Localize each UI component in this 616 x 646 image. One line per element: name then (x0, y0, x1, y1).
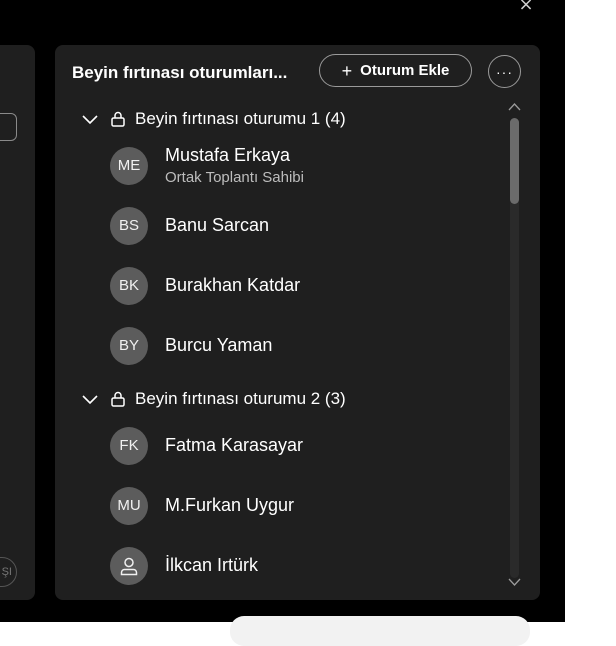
participant-name: Burcu Yaman (165, 335, 273, 355)
participant-row[interactable]: BS Banu Sarcan (110, 207, 490, 249)
scrollbar[interactable] (506, 100, 523, 586)
left-panel: ŞI (0, 45, 35, 600)
close-icon[interactable]: × (516, 0, 536, 14)
bottom-pill (230, 616, 530, 646)
avatar: BK (110, 267, 148, 305)
participant-row[interactable]: ME Mustafa Erkaya Ortak Toplantı Sahibi (110, 145, 490, 189)
session-list: Beyin fırtınası oturumu 1 (4) ME Mustafa… (55, 100, 505, 600)
participant-row[interactable]: İlkcan Irtürk (110, 547, 490, 589)
add-session-label: Oturum Ekle (360, 62, 450, 79)
panel-title: Beyin fırtınası oturumları... (72, 63, 288, 82)
avatar (110, 547, 148, 585)
left-panel-button[interactable]: ŞI (0, 557, 17, 587)
participant-name: M.Furkan Uygur (165, 495, 295, 515)
plus-icon: + (341, 60, 353, 81)
session-group-label: Beyin fırtınası oturumu 2 (3) (135, 389, 346, 408)
scroll-down-icon[interactable] (506, 575, 523, 589)
participant-name: İlkcan Irtürk (165, 555, 259, 575)
lock-icon (111, 391, 125, 407)
participant-name: Banu Sarcan (165, 215, 270, 235)
lock-icon (111, 111, 125, 127)
session-group-label: Beyin fırtınası oturumu 1 (4) (135, 109, 346, 128)
participant-row[interactable]: BK Burakhan Katdar (110, 267, 490, 309)
avatar: FK (110, 427, 148, 465)
session-group-header[interactable]: Beyin fırtınası oturumu 2 (3) (80, 385, 346, 413)
session-group-header[interactable]: Beyin fırtınası oturumu 1 (4) (80, 105, 346, 133)
chevron-down-icon[interactable] (80, 389, 100, 409)
avatar: BS (110, 207, 148, 245)
more-icon: ··· (496, 63, 513, 80)
participant-name: Mustafa Erkaya (165, 145, 291, 165)
participant-role: Ortak Toplantı Sahibi (165, 169, 304, 186)
participant-row[interactable]: MU M.Furkan Uygur (110, 487, 490, 529)
add-session-button[interactable]: + Oturum Ekle (319, 54, 472, 87)
scroll-thumb[interactable] (510, 118, 519, 204)
scroll-up-icon[interactable] (506, 100, 523, 114)
person-icon (120, 557, 138, 576)
avatar: BY (110, 327, 148, 365)
avatar: MU (110, 487, 148, 525)
avatar: ME (110, 147, 148, 185)
sessions-panel: Beyin fırtınası oturumları... + Oturum E… (55, 45, 540, 600)
more-options-button[interactable]: ··· (488, 55, 521, 88)
participant-name: Fatma Karasayar (165, 435, 304, 455)
breakout-sessions-window: × ŞI Beyin fırtınası oturumları... + Otu… (0, 0, 565, 622)
left-panel-input[interactable] (0, 113, 17, 141)
chevron-down-icon[interactable] (80, 109, 100, 129)
participant-row[interactable]: BY Burcu Yaman (110, 327, 490, 369)
participant-row[interactable]: FK Fatma Karasayar (110, 427, 490, 469)
participant-name: Burakhan Katdar (165, 275, 301, 295)
